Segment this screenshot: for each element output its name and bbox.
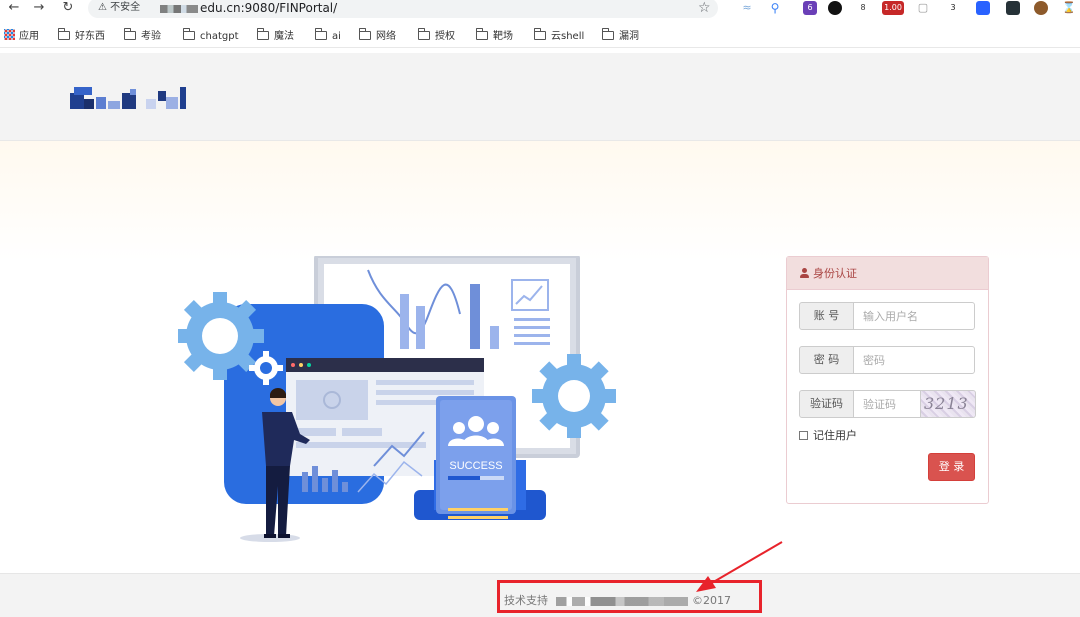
apps-grid-icon xyxy=(4,29,15,40)
annotation-arrow xyxy=(696,541,783,592)
extension-badge-4[interactable]: 3 xyxy=(946,1,960,15)
folder-icon xyxy=(418,28,430,40)
login-illustration: SUCCESS xyxy=(178,256,616,542)
folder-icon xyxy=(124,28,136,40)
folder-icon xyxy=(257,28,269,40)
bookmark-folder[interactable]: 好东西 xyxy=(58,28,105,45)
login-panel-heading: 身份认证 xyxy=(787,257,988,290)
folder-icon xyxy=(183,28,195,40)
extension-badge-3[interactable]: 1.00 xyxy=(882,1,904,15)
folder-icon xyxy=(58,28,70,40)
login-panel: 身份认证 账 号 密 码 验证码 3213 记住用户 登 录 xyxy=(786,256,989,504)
site-logo xyxy=(70,87,186,109)
security-indicator[interactable]: ⚠ 不安全 xyxy=(98,0,140,18)
username-input[interactable] xyxy=(853,302,975,330)
dark-extension-icon[interactable] xyxy=(1006,1,1020,15)
bookmarks-bar: 应用 好东西 考验 chatgpt 魔法 ai 网络 授权 靶场 云shell … xyxy=(0,26,1080,48)
cookie-extension-icon[interactable] xyxy=(1034,1,1048,15)
folder-icon xyxy=(315,28,327,40)
banner-area: SUCCESS 身份认证 账 号 输入用户名 密 码 验证码 验证码 3213 … xyxy=(0,141,1080,573)
url-text: edu.cn:9080/FINPortal/ xyxy=(160,0,337,18)
password-label: 密 码 xyxy=(799,346,854,374)
password-input[interactable] xyxy=(853,346,975,374)
extension-badge-2[interactable]: 8 xyxy=(856,1,870,15)
extension-badge-1[interactable]: 6 xyxy=(803,1,817,15)
folder-icon xyxy=(602,28,614,40)
star-icon[interactable]: ☆ xyxy=(698,0,711,16)
warning-icon: ⚠ xyxy=(98,2,107,13)
bookmark-folder[interactable]: 考验 xyxy=(124,28,161,45)
address-bar[interactable]: ⚠ 不安全 edu.cn:9080/FINPortal/ xyxy=(88,0,718,18)
bookmark-folder[interactable]: 魔法 xyxy=(257,28,294,45)
browser-toolbar: ← → ↻ ⚠ 不安全 edu.cn:9080/FINPortal/ ☆ ≈ ⚲… xyxy=(0,0,1080,22)
login-button[interactable]: 登 录 xyxy=(928,453,975,481)
folder-icon xyxy=(476,28,488,40)
bookmark-folder[interactable]: ai xyxy=(315,28,341,45)
remember-label: 记住用户 xyxy=(813,429,857,442)
captcha-image[interactable]: 3213 xyxy=(921,390,976,418)
captcha-label: 验证码 xyxy=(799,390,854,418)
bookmark-folder[interactable]: 云shell xyxy=(534,28,584,45)
captcha-input[interactable] xyxy=(853,390,921,418)
location-extension-icon[interactable]: ⚲ xyxy=(768,1,782,15)
forward-arrow-icon[interactable]: → xyxy=(31,0,47,16)
remember-user-option[interactable]: 记住用户 xyxy=(799,429,857,443)
bookmark-folder[interactable]: 靶场 xyxy=(476,28,513,45)
folder-icon xyxy=(359,28,371,40)
chat-extension-icon[interactable]: ▢ xyxy=(916,1,930,15)
captcha-code: 3213 xyxy=(924,394,969,413)
reload-icon[interactable]: ↻ xyxy=(60,0,76,16)
bookmark-folder[interactable]: 漏洞 xyxy=(602,28,639,45)
security-label: 不安全 xyxy=(110,2,141,13)
success-text: SUCCESS xyxy=(449,460,502,472)
bookmark-folder[interactable]: 网络 xyxy=(359,28,396,45)
portal-page: SUCCESS 身份认证 账 号 输入用户名 密 码 验证码 验证码 3213 … xyxy=(0,53,1080,617)
bookmark-folder[interactable]: 授权 xyxy=(418,28,455,45)
account-label: 账 号 xyxy=(799,302,854,330)
gear-icon xyxy=(532,354,616,438)
back-arrow-icon[interactable]: ← xyxy=(6,0,22,16)
bookmark-folder[interactable]: chatgpt xyxy=(183,28,239,45)
screen-extension-icon[interactable] xyxy=(976,1,990,15)
user-icon xyxy=(799,268,809,278)
redacted-domain xyxy=(160,4,198,13)
folder-icon xyxy=(534,28,546,40)
site-header xyxy=(0,53,1080,141)
translate-extension-icon[interactable]: ≈ xyxy=(740,1,754,15)
remember-checkbox[interactable] xyxy=(799,431,808,440)
circle-extension-icon[interactable] xyxy=(828,1,842,15)
hourglass-extension-icon[interactable]: ⌛ xyxy=(1062,1,1076,15)
bookmark-apps[interactable]: 应用 xyxy=(4,29,39,45)
